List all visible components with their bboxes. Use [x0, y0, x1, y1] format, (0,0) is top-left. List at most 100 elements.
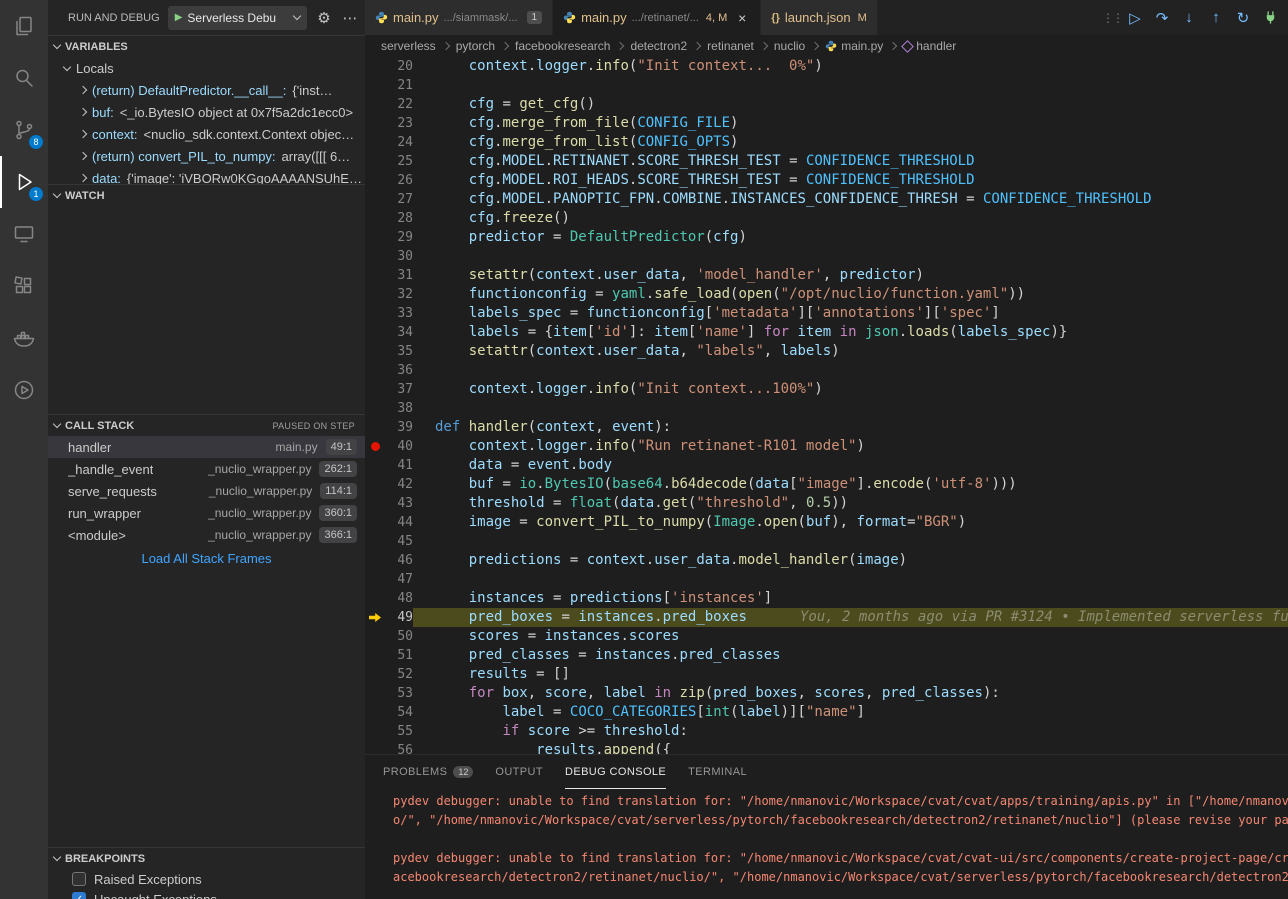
code-line[interactable]: 54 label = COCO_CATEGORIES[int(label)]["…	[365, 703, 1288, 722]
gutter-glyph-margin[interactable]	[365, 228, 385, 247]
gutter-glyph-margin[interactable]	[365, 190, 385, 209]
code-line[interactable]: 24 cfg.merge_from_list(CONFIG_OPTS)	[365, 133, 1288, 152]
stack-frame[interactable]: _handle_event_nuclio_wrapper.py262:1	[48, 458, 365, 480]
activity-bar-item-run-and-debug[interactable]: 1	[0, 156, 48, 208]
variable-row[interactable]: buf:<_io.BytesIO object at 0x7f5a2dc1ecc…	[48, 101, 365, 123]
variable-row[interactable]: data:{'image': 'iVBORw0KGgoAAAANSUhE…	[48, 167, 365, 184]
watch-section-header[interactable]: WATCH	[48, 184, 365, 206]
gutter-glyph-margin[interactable]	[365, 57, 385, 76]
code-line[interactable]: 34 labels = {item['id']: item['name'] fo…	[365, 323, 1288, 342]
breadcrumb-item[interactable]: nuclio	[774, 39, 805, 53]
gutter-glyph-margin[interactable]	[365, 418, 385, 437]
breadcrumb-item[interactable]: retinanet	[707, 39, 754, 53]
code-line[interactable]: 22 cfg = get_cfg()	[365, 95, 1288, 114]
code-line[interactable]: 55 if score >= threshold:	[365, 722, 1288, 741]
step-out-icon[interactable]: ↑	[1204, 6, 1228, 30]
code-line[interactable]: 33 labels_spec = functionconfig['metadat…	[365, 304, 1288, 323]
code-line[interactable]: 56 results.append({	[365, 741, 1288, 754]
gutter-glyph-margin[interactable]	[365, 380, 385, 399]
activity-bar-item-search[interactable]	[0, 52, 48, 104]
gutter-glyph-margin[interactable]	[365, 76, 385, 95]
step-over-icon[interactable]: ↷	[1150, 6, 1174, 30]
stack-frame[interactable]: handlermain.py49:1	[48, 436, 365, 458]
code-line[interactable]: 27 cfg.MODEL.PANOPTIC_FPN.COMBINE.INSTAN…	[365, 190, 1288, 209]
code-line[interactable]: 43 threshold = float(data.get("threshold…	[365, 494, 1288, 513]
code-line[interactable]: 50 scores = instances.scores	[365, 627, 1288, 646]
gutter-glyph-margin[interactable]	[365, 703, 385, 722]
code-line[interactable]: 42 buf = io.BytesIO(base64.b64decode(dat…	[365, 475, 1288, 494]
gutter-glyph-margin[interactable]	[365, 437, 385, 456]
more-actions-icon[interactable]: ⋯	[341, 9, 359, 27]
gutter-glyph-margin[interactable]	[365, 171, 385, 190]
stack-frame[interactable]: serve_requests_nuclio_wrapper.py114:1	[48, 480, 365, 502]
breakpoint-row[interactable]: ✓Uncaught Exceptions	[48, 889, 365, 899]
gutter-glyph-margin[interactable]	[365, 570, 385, 589]
close-icon[interactable]: ×	[734, 10, 750, 26]
code-line[interactable]: 23 cfg.merge_from_file(CONFIG_FILE)	[365, 114, 1288, 133]
gutter-glyph-margin[interactable]	[365, 266, 385, 285]
breadcrumb-item[interactable]: detectron2	[630, 39, 687, 53]
breakpoint-row[interactable]: Raised Exceptions	[48, 869, 365, 889]
debug-config-picker[interactable]: ▶ Serverless Debu	[168, 6, 307, 30]
code-line[interactable]: 31 setattr(context.user_data, 'model_han…	[365, 266, 1288, 285]
code-line[interactable]: 40 context.logger.info("Run retinanet-R1…	[365, 437, 1288, 456]
gutter-glyph-margin[interactable]	[365, 304, 385, 323]
code-line[interactable]: 38	[365, 399, 1288, 418]
editor[interactable]: 20 context.logger.info("Init context... …	[365, 57, 1288, 754]
debug-console-output[interactable]: pydev debugger: unable to find translati…	[365, 789, 1288, 899]
breakpoint-icon[interactable]	[371, 442, 380, 451]
activity-bar-item-source-control[interactable]: 8	[0, 104, 48, 156]
code-line[interactable]: 35 setattr(context.user_data, "labels", …	[365, 342, 1288, 361]
activity-bar-item-test-explorer[interactable]	[0, 364, 48, 416]
code-line[interactable]: 30	[365, 247, 1288, 266]
breadcrumb-item[interactable]: pytorch	[456, 39, 495, 53]
code-line[interactable]: 36	[365, 361, 1288, 380]
step-into-icon[interactable]: ↓	[1177, 6, 1201, 30]
code-line[interactable]: 47	[365, 570, 1288, 589]
panel-tab-terminal[interactable]: TERMINAL	[688, 755, 747, 789]
code-line[interactable]: 48 instances = predictions['instances']	[365, 589, 1288, 608]
gutter-glyph-margin[interactable]	[365, 285, 385, 304]
variables-section-header[interactable]: VARIABLES	[48, 35, 365, 57]
gutter-glyph-margin[interactable]	[365, 608, 385, 627]
panel-tab-output[interactable]: OUTPUT	[495, 755, 543, 789]
activity-bar-item-extensions[interactable]	[0, 260, 48, 312]
disconnect-icon[interactable]	[1258, 6, 1282, 30]
breadcrumb-item[interactable]: main.py	[825, 39, 883, 53]
gutter-glyph-margin[interactable]	[365, 114, 385, 133]
gutter-glyph-margin[interactable]	[365, 399, 385, 418]
gear-icon[interactable]: ⚙	[315, 9, 333, 27]
gutter-glyph-margin[interactable]	[365, 95, 385, 114]
gutter-glyph-margin[interactable]	[365, 456, 385, 475]
start-debugging-icon[interactable]: ▶	[175, 12, 183, 23]
restart-icon[interactable]: ↻	[1231, 6, 1255, 30]
editor-tab-2[interactable]: main.py.../retinanet/...4, M×	[553, 0, 761, 35]
gutter-glyph-margin[interactable]	[365, 323, 385, 342]
panel-tab-problems[interactable]: PROBLEMS12	[383, 755, 473, 789]
gutter-glyph-margin[interactable]	[365, 494, 385, 513]
scope-locals[interactable]: Locals	[48, 57, 365, 79]
gutter-glyph-margin[interactable]	[365, 152, 385, 171]
breakpoints-section-header[interactable]: BREAKPOINTS	[48, 847, 365, 869]
load-all-stack-frames-link[interactable]: Load All Stack Frames	[48, 551, 365, 566]
checkbox[interactable]	[72, 872, 86, 886]
gutter-glyph-margin[interactable]	[365, 741, 385, 754]
code-line[interactable]: 53 for box, score, label in zip(pred_box…	[365, 684, 1288, 703]
gutter-glyph-margin[interactable]	[365, 361, 385, 380]
code-line[interactable]: 41 data = event.body	[365, 456, 1288, 475]
gutter-glyph-margin[interactable]	[365, 665, 385, 684]
stack-frame[interactable]: run_wrapper_nuclio_wrapper.py360:1	[48, 502, 365, 524]
grip-icon[interactable]: ⋮⋮	[1104, 6, 1120, 30]
code-line[interactable]: 46 predictions = context.user_data.model…	[365, 551, 1288, 570]
panel-tab-debug-console[interactable]: DEBUG CONSOLE	[565, 755, 666, 789]
code-line[interactable]: 39def handler(context, event):	[365, 418, 1288, 437]
code-line[interactable]: 49 pred_boxes = instances.pred_boxesYou,…	[365, 608, 1288, 627]
code-line[interactable]: 52 results = []	[365, 665, 1288, 684]
code-line[interactable]: 29 predictor = DefaultPredictor(cfg)	[365, 228, 1288, 247]
gutter-glyph-margin[interactable]	[365, 532, 385, 551]
editor-tab-1[interactable]: main.py.../siammask/...1	[365, 0, 553, 35]
activity-bar-item-remote-explorer[interactable]	[0, 208, 48, 260]
code-line[interactable]: 28 cfg.freeze()	[365, 209, 1288, 228]
variable-row[interactable]: (return) DefaultPredictor.__call__:{'ins…	[48, 79, 365, 101]
gutter-glyph-margin[interactable]	[365, 646, 385, 665]
